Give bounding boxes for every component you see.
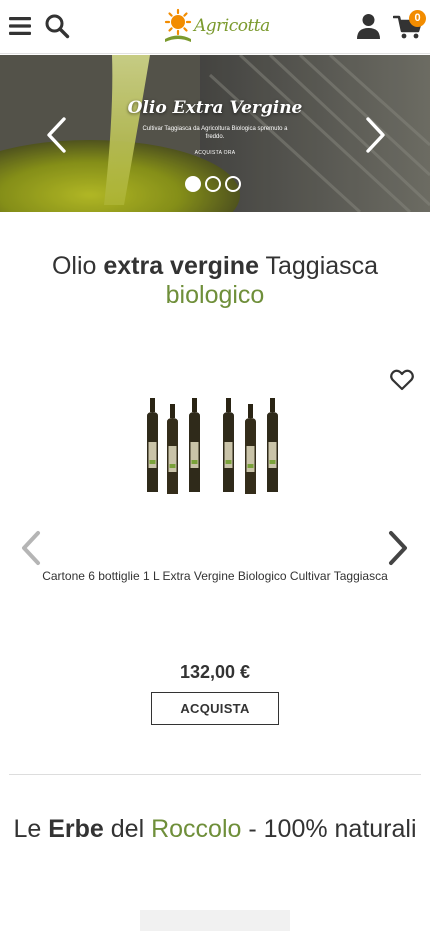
title-text: - 100% naturali [241, 815, 417, 843]
search-icon[interactable] [44, 13, 70, 39]
hero-title: Olio Extra Vergine [127, 98, 303, 118]
carousel-prev-arrow-icon[interactable] [20, 530, 42, 566]
sun-logo-icon [164, 8, 192, 42]
product-image-placeholder[interactable] [140, 910, 290, 931]
hero-slider: Olio Extra Vergine Cultivar Taggiasca da… [0, 55, 430, 212]
title-text: del [103, 815, 152, 843]
menu-icon[interactable] [8, 14, 32, 38]
section-title-olio: Olio extra vergine Taggiasca biologico [0, 252, 430, 310]
carousel-next-arrow-icon[interactable] [387, 530, 409, 566]
slider-dot-2[interactable] [205, 176, 221, 192]
product-price: 132,00 € [179, 662, 251, 682]
section-divider [9, 774, 421, 775]
title-green-text: biologico [165, 281, 265, 309]
title-bold-text: Erbe [48, 815, 104, 843]
site-logo[interactable]: Agricotta [163, 8, 270, 44]
product-name-link[interactable]: Cartone 6 bottiglie 1 L Extra Vergine Bi… [20, 569, 410, 583]
section-title-erbe: Le Erbe del Roccolo - 100% naturali [0, 815, 430, 844]
slider-prev-arrow-icon[interactable] [44, 116, 68, 154]
title-text: Le [13, 815, 49, 843]
slider-dots [185, 176, 245, 192]
site-header: Agricotta 0 [0, 0, 430, 54]
logo-text: Agricotta [194, 16, 270, 36]
buy-button[interactable]: ACQUISTA [151, 692, 279, 725]
title-green-text: Roccolo [151, 815, 242, 843]
product-image[interactable] [138, 396, 292, 498]
cart-count-badge: 0 [409, 10, 426, 27]
slider-dot-1[interactable] [185, 176, 201, 192]
title-text: Taggiasca [258, 252, 379, 280]
hero-subtitle: Cultivar Taggiasca da Agricoltura Biolog… [142, 126, 288, 140]
slider-next-arrow-icon[interactable] [364, 116, 388, 154]
title-bold-text: extra vergine [103, 252, 259, 280]
title-text: Olio [51, 252, 104, 280]
user-icon[interactable] [356, 13, 381, 40]
slider-dot-3[interactable] [225, 176, 241, 192]
wishlist-heart-icon[interactable] [390, 369, 414, 391]
